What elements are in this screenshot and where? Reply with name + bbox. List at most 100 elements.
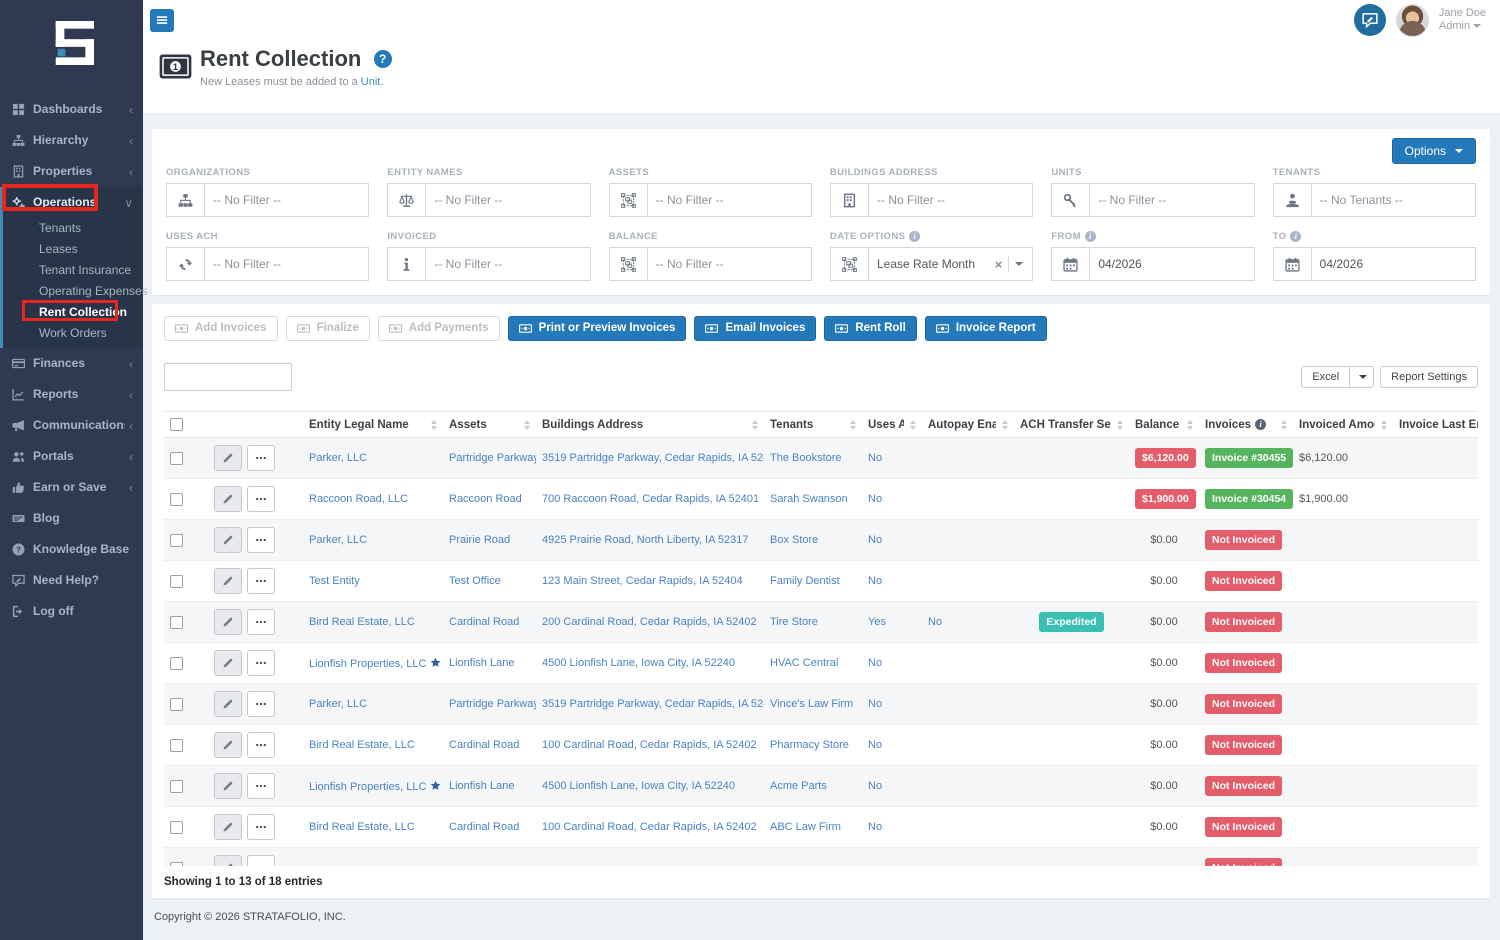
edit-row-button[interactable] (214, 732, 242, 758)
edit-row-button[interactable] (214, 650, 242, 676)
table-search-input[interactable] (164, 363, 292, 391)
row-checkbox[interactable] (170, 697, 183, 711)
row-more-actions-button[interactable] (247, 814, 275, 840)
sort-icon[interactable] (1275, 419, 1287, 430)
sort-icon[interactable] (425, 419, 437, 430)
asset-link[interactable]: Lionfish Lane (449, 780, 514, 792)
row-more-actions-button[interactable] (247, 486, 275, 512)
edit-row-button[interactable] (214, 855, 242, 866)
entity-link[interactable]: Bird Real Estate, LLC (309, 739, 415, 751)
row-checkbox[interactable] (170, 861, 183, 866)
report-settings-button[interactable]: Report Settings (1380, 366, 1478, 388)
address-link[interactable]: 100 Cardinal Road, Cedar Rapids, IA 5240… (542, 739, 757, 751)
filter-balance-input[interactable]: -- No Filter -- (608, 247, 812, 281)
invoice-badge[interactable]: Not Invoiced (1205, 612, 1283, 632)
invoice-badge[interactable]: Not Invoiced (1205, 817, 1283, 837)
sidebar-item-properties[interactable]: Properties ‹ (0, 156, 143, 187)
row-checkbox[interactable] (170, 533, 183, 547)
edit-row-button[interactable] (214, 486, 242, 512)
filter-to-input[interactable]: 04/2026 (1272, 247, 1476, 281)
address-link[interactable]: 3519 Partridge Parkway, Cedar Rapids, IA… (542, 452, 764, 464)
sidebar-item-operating-expenses[interactable]: Operating Expenses (3, 281, 148, 302)
invoice-badge[interactable]: Not Invoiced (1205, 776, 1283, 796)
tenant-link[interactable]: Box Store (770, 534, 818, 546)
row-more-actions-button[interactable] (247, 527, 275, 553)
column-header-invoiced-amount[interactable]: Invoiced Amount (1293, 411, 1393, 438)
invoice-report-button[interactable]: Invoice Report (924, 316, 1047, 341)
tenant-link[interactable]: Vince's Law Firm (770, 698, 853, 710)
asset-link[interactable]: Partridge Parkway (449, 452, 536, 464)
sidebar-item-finances[interactable]: Finances ‹ (0, 348, 143, 379)
column-header-invoices[interactable]: Invoices i (1199, 411, 1293, 438)
column-header-ach-transfer-settings[interactable]: ACH Transfer Settings (1014, 411, 1129, 438)
invoice-badge[interactable]: Not Invoiced (1205, 530, 1283, 550)
edit-row-button[interactable] (214, 773, 242, 799)
row-more-actions-button[interactable] (247, 732, 275, 758)
column-header-buildings-address[interactable]: Buildings Address (536, 411, 764, 438)
address-link[interactable]: 4925 Prairie Road, North Liberty, IA 523… (542, 534, 748, 546)
invoice-badge[interactable]: Not Invoiced (1205, 571, 1283, 591)
app-logo[interactable] (0, 0, 143, 86)
row-more-actions-button[interactable] (247, 650, 275, 676)
filter-invoiced-input[interactable]: -- No Filter -- (387, 247, 591, 281)
row-checkbox[interactable] (170, 492, 183, 506)
asset-link[interactable]: Test Office (449, 575, 501, 587)
row-more-actions-button[interactable] (247, 609, 275, 635)
sidebar-item-rent-collection[interactable]: Rent Collection (3, 302, 143, 323)
excel-dropdown-button[interactable] (1350, 366, 1375, 388)
sidebar-item-portals[interactable]: Portals ‹ (0, 441, 143, 472)
print-or-preview-invoices-button[interactable]: Print or Preview Invoices (507, 316, 687, 341)
row-checkbox[interactable] (170, 451, 183, 465)
tenant-link[interactable]: Pharmacy Store (770, 739, 849, 751)
asset-link[interactable]: Cardinal Road (449, 616, 519, 628)
invoice-badge[interactable]: Invoice #30455 (1205, 448, 1293, 468)
entity-link[interactable]: Parker, LLC (309, 698, 367, 710)
sidebar-item-communications[interactable]: Communications ‹ (0, 410, 143, 441)
entity-link[interactable]: Bird Real Estate, LLC (309, 821, 415, 833)
balance-badge[interactable]: $1,900.00 (1135, 489, 1196, 509)
page-help-icon[interactable]: ? (373, 50, 392, 68)
column-header-balance[interactable]: Balance (1129, 411, 1199, 438)
sidebar-item-need-help[interactable]: Need Help? (0, 565, 143, 596)
row-checkbox[interactable] (170, 574, 183, 588)
invoice-badge[interactable]: Not Invoiced (1205, 735, 1283, 755)
row-checkbox[interactable] (170, 656, 183, 670)
sort-icon[interactable] (844, 419, 856, 430)
clear-filter-icon[interactable]: × (989, 257, 1009, 272)
entity-link[interactable]: Lionfish Properties, LLC (309, 781, 426, 793)
edit-row-button[interactable] (214, 568, 242, 594)
address-link[interactable]: 700 Raccoon Road, Cedar Rapids, IA 52401 (542, 493, 759, 505)
invoice-badge[interactable]: Not Invoiced (1205, 694, 1283, 714)
row-more-actions-button[interactable] (247, 568, 275, 594)
invoice-badge[interactable]: Not Invoiced (1205, 858, 1283, 866)
sidebar-item-log-off[interactable]: Log off (0, 596, 143, 627)
sidebar-item-operations[interactable]: Operations ∨ (3, 187, 143, 218)
sort-icon[interactable] (904, 419, 916, 430)
sidebar-toggle-button[interactable] (150, 8, 174, 32)
sort-icon[interactable] (746, 419, 758, 430)
filter-from-input[interactable]: 04/2026 (1051, 247, 1255, 281)
edit-row-button[interactable] (214, 445, 242, 471)
help-chat-button[interactable] (1353, 4, 1386, 36)
asset-link[interactable]: Raccoon Road (449, 493, 522, 505)
tenant-link[interactable]: Tire Store (770, 616, 818, 628)
edit-row-button[interactable] (214, 527, 242, 553)
tenant-link[interactable]: The Bookstore (770, 452, 842, 464)
tenant-link[interactable]: ABC Law Firm (770, 821, 841, 833)
column-header-tenants[interactable]: Tenants (764, 411, 862, 438)
entity-link[interactable]: Lionfish Properties, LLC (309, 658, 426, 670)
asset-link[interactable]: Lionfish Lane (449, 657, 514, 669)
sidebar-item-tenant-insurance[interactable]: Tenant Insurance (3, 260, 143, 281)
user-role-dropdown[interactable]: Admin (1439, 20, 1486, 33)
row-checkbox[interactable] (170, 820, 183, 834)
sidebar-item-tenants[interactable]: Tenants (3, 218, 143, 239)
avatar[interactable] (1395, 3, 1429, 37)
address-link[interactable]: 4500 Lionfish Lane, Iowa City, IA 52240 (542, 780, 735, 792)
sort-icon[interactable] (518, 419, 530, 430)
filter-entity-names-input[interactable]: -- No Filter -- (387, 183, 591, 217)
entity-link[interactable]: Bird Real Estate, LLC (309, 616, 415, 628)
tenant-link[interactable]: Family Dentist (770, 575, 840, 587)
column-header-autopay-enabled[interactable]: Autopay Enabled (922, 411, 1014, 438)
options-button[interactable]: Options (1391, 138, 1476, 164)
row-more-actions-button[interactable] (247, 691, 275, 717)
